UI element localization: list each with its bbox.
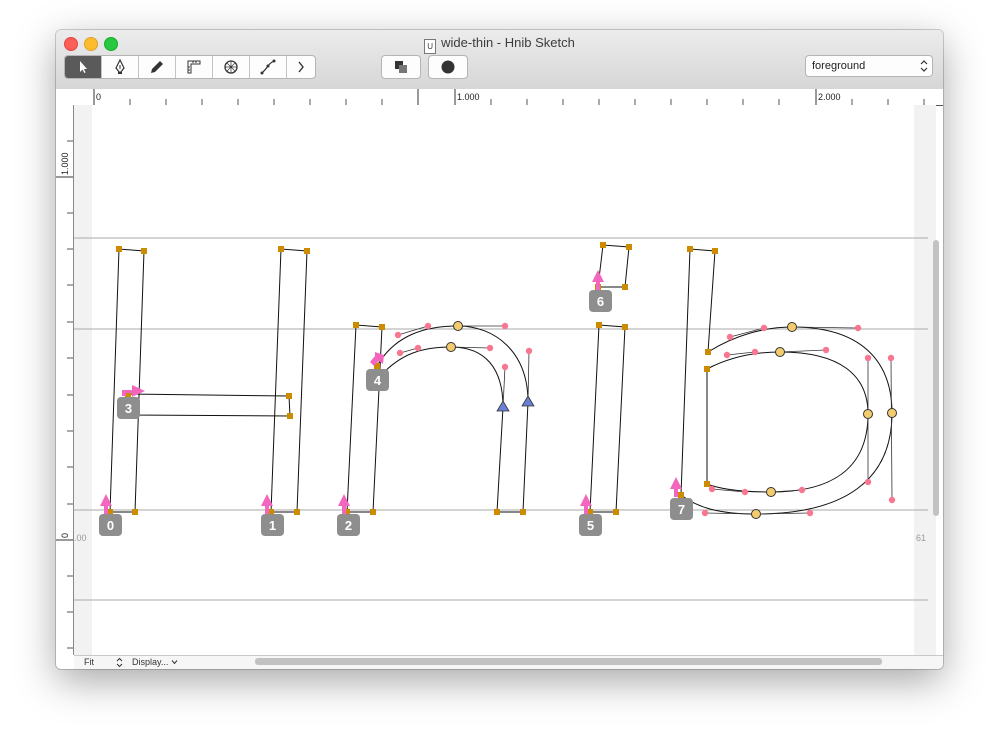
knife-tool-button[interactable] xyxy=(250,56,287,78)
glyph-canvas[interactable]: 0 1 2 3 4 5 6 7 .00 61 xyxy=(74,105,936,655)
contour-label-1: 1 xyxy=(269,518,276,533)
more-chevron-icon xyxy=(298,61,304,73)
overlap-squares-icon xyxy=(395,61,407,73)
horizontal-ruler-ticks: 0 1.000 2.000 xyxy=(93,89,925,105)
fill-mode-button[interactable] xyxy=(428,55,468,79)
h-ruler-label-0: 0 xyxy=(96,92,101,102)
right-sidebearing-value: 61 xyxy=(916,533,926,543)
shape-tool-button[interactable] xyxy=(213,56,250,78)
tool-segment xyxy=(64,55,316,79)
glyph-outlines: 0 1 2 3 4 5 6 7 .00 61 xyxy=(74,237,928,601)
titlebar: Uwide-thin - Hnib Sketch foreground xyxy=(56,30,943,90)
vertical-ruler: 1.000 0 xyxy=(56,105,74,655)
pointer-tool-button[interactable] xyxy=(65,56,102,78)
pencil-tool-button[interactable] xyxy=(139,56,176,78)
chevron-down-icon xyxy=(171,660,178,665)
off-curve-points xyxy=(394,322,896,517)
b-bowl-inner xyxy=(706,351,869,493)
h-ruler-label-1000: 1.000 xyxy=(457,92,480,102)
ruler-tool-button[interactable] xyxy=(176,56,213,78)
pencil-tool-icon xyxy=(151,61,163,73)
left-sidebearing-value: .00 xyxy=(74,533,87,543)
pen-tool-icon xyxy=(115,59,125,74)
display-menu-label: Display... xyxy=(132,657,169,667)
contour-label-6: 6 xyxy=(597,294,604,309)
v-ruler-label-0: 0 xyxy=(60,533,70,538)
updown-arrows-icon xyxy=(920,60,928,72)
h-ruler-label-2000: 2.000 xyxy=(818,92,841,102)
preview-mode-button[interactable] xyxy=(381,55,421,79)
horizontal-ruler: 0 1.000 2.000 xyxy=(56,89,943,106)
display-menu[interactable]: Display... xyxy=(132,657,178,667)
i-stem xyxy=(589,324,626,513)
status-bar: Fit Display... xyxy=(74,655,943,669)
zoom-updown-arrows-icon xyxy=(116,657,123,668)
zoom-select[interactable]: Fit xyxy=(84,657,94,667)
ruler-tool-icon xyxy=(187,60,201,74)
pointer-tool-icon xyxy=(80,61,87,73)
knife-tool-icon xyxy=(260,59,276,75)
contour-label-0: 0 xyxy=(107,518,114,533)
vertical-ruler-ticks: 1.000 0 xyxy=(56,140,73,649)
window-title: Uwide-thin - Hnib Sketch xyxy=(56,35,943,54)
document-icon: U xyxy=(424,39,437,54)
vertical-scrollbar[interactable] xyxy=(933,240,939,516)
h-left-stem xyxy=(109,248,145,513)
contour-label-4: 4 xyxy=(374,373,382,388)
window-title-text: wide-thin - Hnib Sketch xyxy=(441,35,575,50)
shape-tool-icon xyxy=(224,60,238,74)
h-crossbar xyxy=(127,393,291,417)
layer-select-value: foreground xyxy=(812,60,866,72)
h-right-stem xyxy=(270,248,308,513)
horizontal-scrollbar[interactable] xyxy=(255,658,882,665)
corner-points xyxy=(107,242,718,515)
outline-strokes xyxy=(109,244,893,515)
v-ruler-label-1000: 1.000 xyxy=(60,152,70,175)
app-window: Uwide-thin - Hnib Sketch foreground 0 1.… xyxy=(56,30,943,669)
filled-circle-icon xyxy=(441,60,455,74)
more-tools-button[interactable] xyxy=(287,56,315,78)
contour-label-2: 2 xyxy=(345,518,352,533)
contour-label-5: 5 xyxy=(587,518,594,533)
contour-label-7: 7 xyxy=(678,502,685,517)
layer-select[interactable]: foreground xyxy=(805,55,933,77)
contour-label-3: 3 xyxy=(125,401,132,416)
pen-tool-button[interactable] xyxy=(102,56,139,78)
contour-labels: 0 1 2 3 4 5 6 7 xyxy=(99,290,693,536)
